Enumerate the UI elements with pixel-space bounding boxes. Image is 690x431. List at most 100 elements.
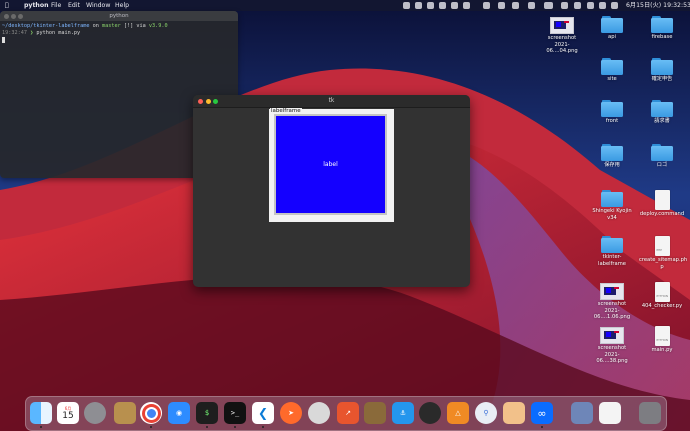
pan-icon[interactable] [439,2,446,9]
document-type-label: PYTHON [656,338,668,342]
desktop-icon-folder[interactable]: ロゴ [639,144,685,169]
infinity-icon[interactable]: ∞ [531,402,553,424]
desktop-icon-folder[interactable]: site [589,58,635,83]
desktop-icon-doc[interactable]: PYTHON main.py [639,326,685,354]
folder-icon [601,100,623,117]
control-center-icon[interactable] [599,2,606,9]
apple-logo-icon[interactable]:  [5,0,9,11]
desktop-icon-label: 請求書 [654,118,670,124]
folder-icon [601,144,623,161]
terminal-output[interactable]: ~/desktop/tkinter-labelframe on master [… [0,21,238,47]
desktop-icon-screenshot[interactable]: screenshot 2021-06....04.png [539,16,585,55]
document-icon: PYTHON [654,282,670,302]
prompt-on: on [92,23,99,29]
calendar-icon[interactable]: 6月 15 [57,402,79,424]
terminal-titlebar[interactable]: python [0,11,238,21]
terminal-dark-icon[interactable]: >_ [224,402,246,424]
running-indicator [262,426,264,428]
vscode-icon[interactable]: ❮ [252,402,274,424]
sequel-icon[interactable] [308,402,330,424]
downloads-icon[interactable] [571,402,593,424]
battery-icon[interactable] [528,2,535,9]
document-icon: PYTHON [654,326,670,346]
menu-help[interactable]: Help [115,0,129,11]
b-icon[interactable] [415,2,422,9]
document-icon[interactable] [599,402,621,424]
menu-clock[interactable]: 6月15日(火) 19:32:53 [626,0,690,11]
folder-icon [601,190,623,207]
label-text: label [323,161,338,168]
user-icon[interactable] [587,2,594,9]
menu-edit[interactable]: Edit [68,0,80,11]
folder-icon [601,16,623,33]
document-icon: PHP [654,236,670,256]
desktop-icon-folder[interactable]: firebase [639,16,685,41]
siri-icon[interactable] [611,2,618,9]
desktop-icon-folder[interactable]: api [589,16,635,41]
preview-icon[interactable] [503,402,525,424]
desktop-icon-label: screenshot 2021-06....1.06.png [593,301,631,320]
search-icon[interactable] [574,2,581,9]
desktop-icon-folder[interactable]: Shingeki Kyojin v34 [589,190,635,221]
sourcetree-icon[interactable]: △ [447,402,469,424]
prompt-path: ~/desktop/tkinter-labelframe [2,23,90,29]
running-indicator [40,426,42,428]
menu-app-python[interactable]: python [24,0,48,11]
menu-window[interactable]: Window [86,0,110,11]
wifi-icon[interactable] [561,2,568,9]
trash-icon[interactable] [639,402,661,424]
desktop-icon-label: tkinter-labelframe [598,254,626,267]
desktop-icon-screenshot[interactable]: screenshot 2021-06....1.06.png [589,282,635,321]
dropbox-icon[interactable] [463,2,470,9]
zoom-icon[interactable]: ◉ [168,402,190,424]
desktop-icon-folder[interactable]: 保存用 [589,144,635,169]
desktop-icon-doc[interactable]: PHP create_sitemap.ph p [639,236,687,270]
python-rocket-icon[interactable] [403,2,410,9]
git-icon[interactable] [451,2,458,9]
activity-icon[interactable]: ↗ [337,402,359,424]
control-icon[interactable] [498,2,505,9]
quicktime-icon[interactable] [419,402,441,424]
blue-label: label [276,116,385,213]
docker-icon[interactable]: ⚓ [392,402,414,424]
labelframe-border: label [274,114,387,215]
browser-icon[interactable]: ⚲ [475,402,497,424]
tk-window[interactable]: tk label labelframe [193,95,470,287]
finder-icon[interactable] [30,402,52,424]
desktop-icon-folder[interactable]: front [589,100,635,125]
screenshot-thumbnail-icon [600,327,624,344]
desktop-icon-screenshot[interactable]: screenshot 2021-06....38.png [589,326,635,365]
desktop-icon-folder[interactable]: tkinter-labelframe [589,236,635,267]
prompt-python-version: v3.9.0 [148,23,168,29]
bluetooth-icon[interactable] [512,2,519,9]
cardhop-icon[interactable] [114,402,136,424]
menu-file[interactable]: File [51,0,61,11]
battery-level-icon[interactable] [544,2,553,9]
desktop-icon-label: site [607,76,617,82]
terminal-icon[interactable]: $ [196,402,218,424]
running-indicator [541,426,543,428]
desktop-icon-doc[interactable]: PYTHON 404_checker.py [639,282,685,310]
system-preferences-icon[interactable] [84,402,106,424]
cloud-icon[interactable] [483,2,490,9]
folder-icon [651,58,673,75]
tk-titlebar[interactable]: tk [193,95,470,108]
chrome-icon[interactable] [140,402,162,424]
folder-icon [651,100,673,117]
terminal-cursor [2,37,5,43]
archive-icon[interactable] [364,402,386,424]
folder-icon [601,236,623,253]
record-icon[interactable] [427,2,434,9]
desktop-icon-label: 404_checker.py [641,303,683,309]
desktop-icon-folder[interactable]: 請求書 [639,100,685,125]
prompt-branch: master [101,23,121,29]
dock: 6月 15 ◉ $ >_ ❮ ➤ ↗ ⚓ △ ⚲ ∞ [25,396,667,431]
tk-title: tk [328,97,335,104]
labelframe: label labelframe [269,108,394,222]
terminal-line-command: 19:32:47 ❯ python main.py [2,30,81,36]
terminal-title: python [109,13,129,19]
desktop-icon-folder[interactable]: 確定申告 [639,58,685,83]
safari-icon[interactable]: ➤ [280,402,302,424]
desktop-icon-label: 確定申告 [651,76,673,82]
desktop-icon-doc[interactable]: deploy.command [639,190,685,218]
